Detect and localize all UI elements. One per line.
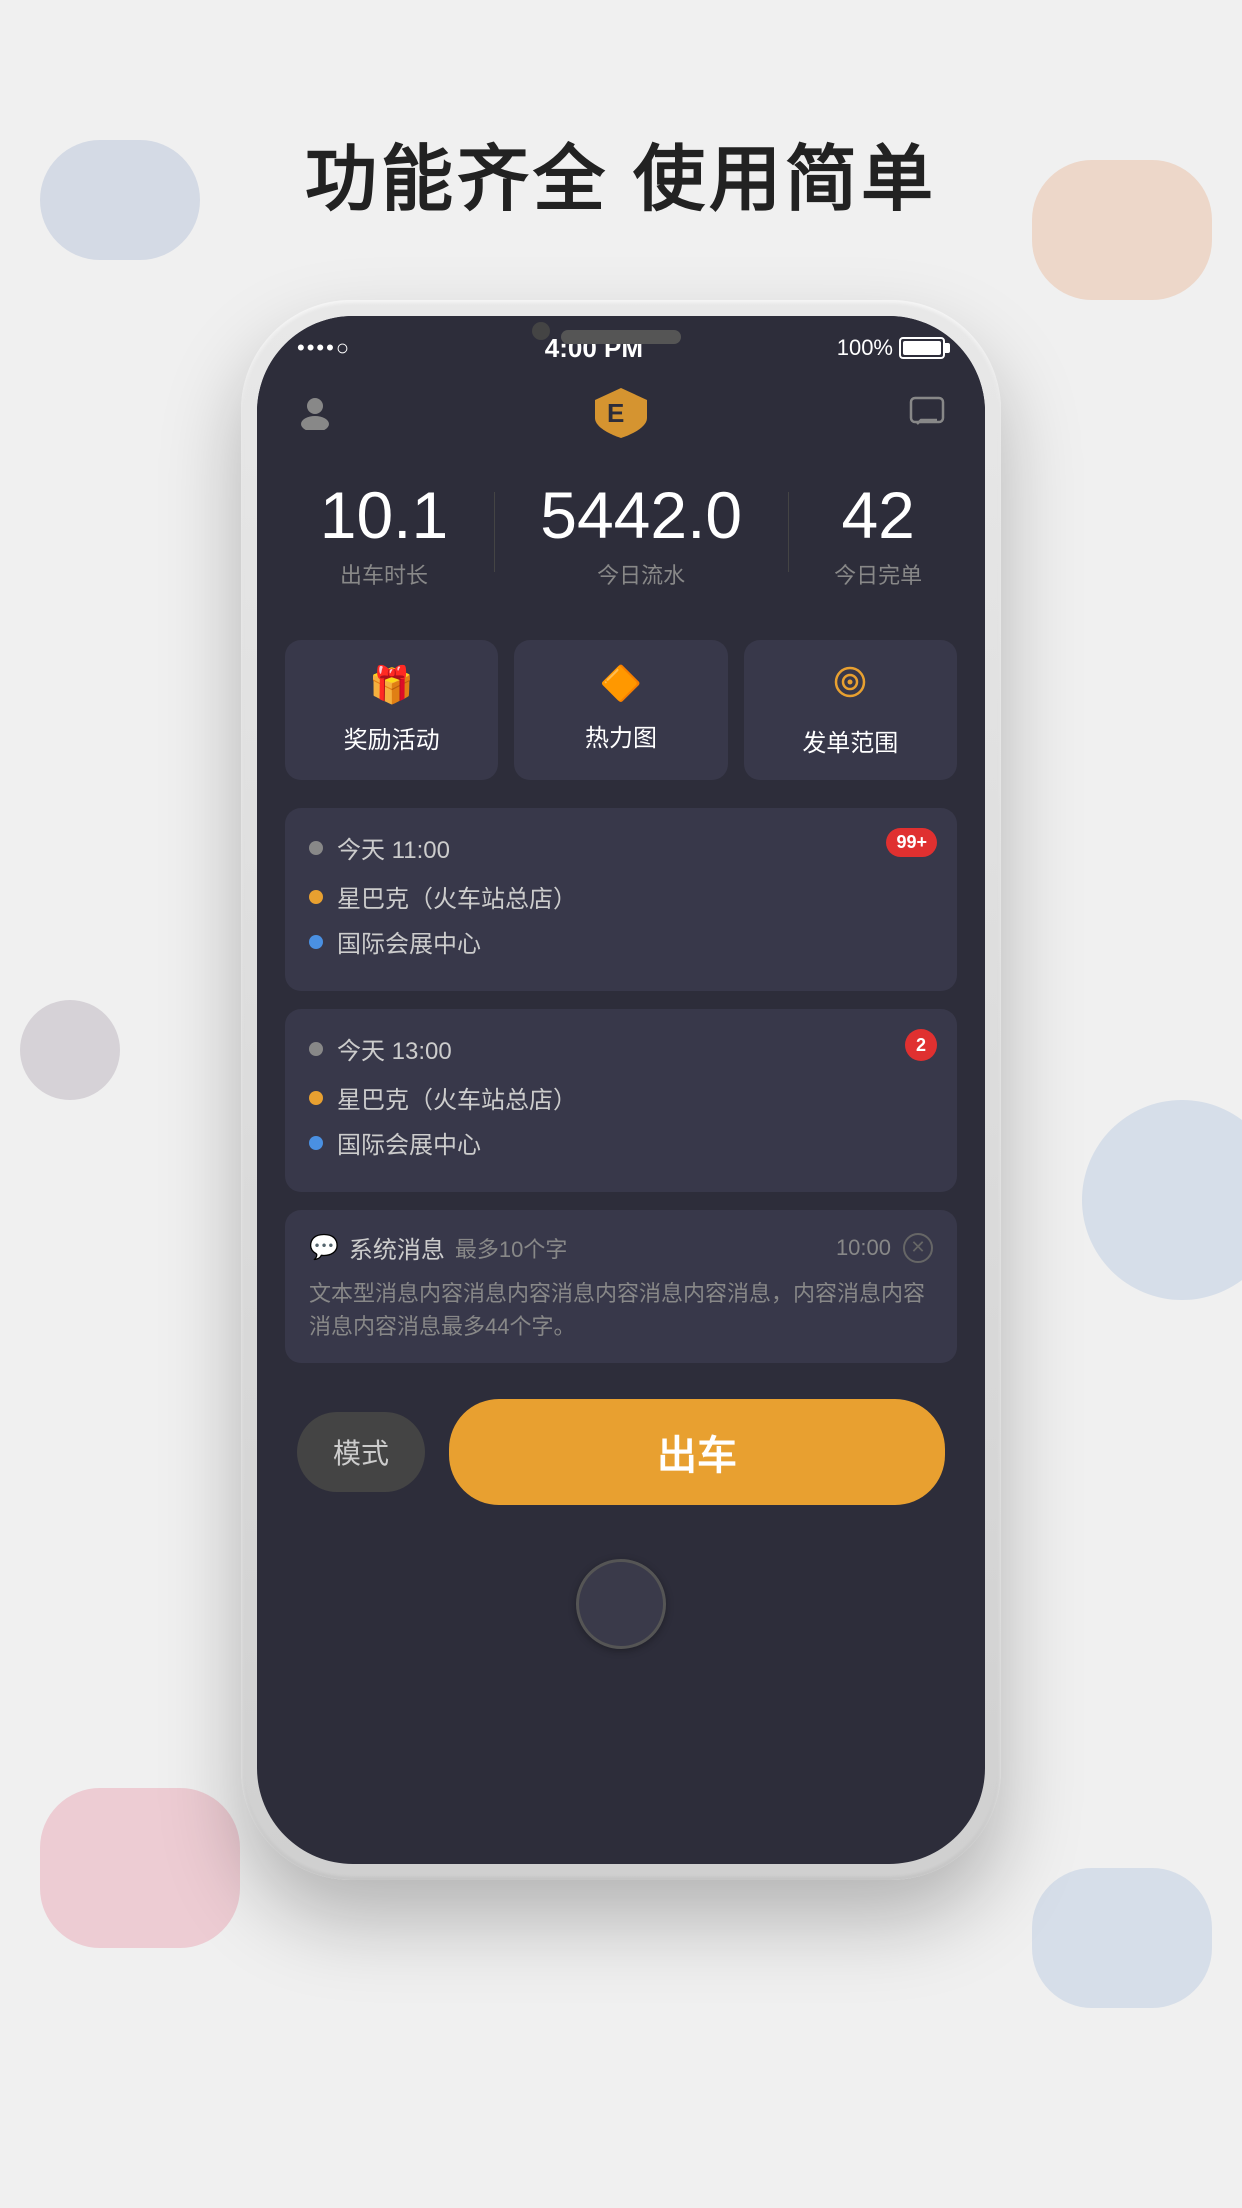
order-2-dropoff-row: 国际会展中心 <box>309 1125 933 1160</box>
phone-outer-frame: ••••○ 4:00 PM 100% <box>241 300 1001 1880</box>
avatar-button[interactable] <box>293 390 337 434</box>
phone-speaker <box>561 330 681 344</box>
sys-msg-time-row: 10:00 ✕ <box>836 1233 933 1263</box>
phone-mockup: ••••○ 4:00 PM 100% <box>241 300 1001 1880</box>
stat-orders-value: 42 <box>834 482 922 548</box>
stat-divider-1 <box>494 492 495 572</box>
order-1-pickup-dot <box>309 890 323 904</box>
phone-screen: ••••○ 4:00 PM 100% <box>257 316 985 1864</box>
system-message-section: 💬 系统消息 最多10个字 10:00 ✕ 文本型消息内容消息内容消息内容消息内… <box>257 1210 985 1363</box>
order-1-time-row: 今天 11:00 <box>309 830 933 865</box>
stat-revenue-label: 今日流水 <box>540 558 742 590</box>
stat-duration: 10.1 出车时长 <box>320 482 448 590</box>
order-2-dropoff: 国际会展中心 <box>337 1125 481 1160</box>
order-2-time-row: 今天 13:00 <box>309 1031 933 1066</box>
action-heatmap[interactable]: 🔶 热力图 <box>514 640 727 780</box>
app-logo: E <box>586 382 656 442</box>
mode-button[interactable]: 模式 <box>297 1412 425 1492</box>
go-button[interactable]: 出车 <box>449 1399 945 1505</box>
order-1-time: 今天 11:00 <box>337 830 450 865</box>
stat-duration-value: 10.1 <box>320 482 448 548</box>
order-1-dropoff: 国际会展中心 <box>337 924 481 959</box>
orders-section: 今天 11:00 99+ 星巴克（火车站总店） 国际会展中心 <box>257 808 985 1210</box>
sys-msg-icon: 💬 <box>309 1233 339 1262</box>
order-1-badge: 99+ <box>886 828 937 857</box>
sys-msg-close-button[interactable]: ✕ <box>903 1233 933 1263</box>
order-1-pickup: 星巴克（火车站总店） <box>337 879 577 914</box>
order-2-time-dot <box>309 1042 323 1056</box>
quick-actions: 🎁 奖励活动 🔶 热力图 <box>257 630 985 808</box>
order-1-dropoff-row: 国际会展中心 <box>309 924 933 959</box>
range-icon <box>832 664 868 709</box>
order-2-pickup-dot <box>309 1091 323 1105</box>
order-2-badge: 2 <box>905 1029 937 1061</box>
stat-revenue: 5442.0 今日流水 <box>540 482 742 590</box>
sys-msg-title-row: 💬 系统消息 最多10个字 <box>309 1230 567 1265</box>
phone-camera <box>532 322 550 340</box>
home-button-area <box>257 1535 985 1685</box>
bg-deco-blue-mid-right <box>1082 1100 1242 1300</box>
order-2-time: 今天 13:00 <box>337 1031 452 1066</box>
sys-msg-body: 文本型消息内容消息内容消息内容消息内容消息，内容消息内容消息内容消息最多44个字… <box>309 1277 933 1343</box>
stat-orders-label: 今日完单 <box>834 558 922 590</box>
order-card-1[interactable]: 今天 11:00 99+ 星巴克（火车站总店） 国际会展中心 <box>285 808 957 991</box>
bottom-bar: 模式 出车 <box>257 1379 985 1535</box>
battery-icon <box>899 337 945 359</box>
order-card-2[interactable]: 今天 13:00 2 星巴克（火车站总店） 国际会展中心 <box>285 1009 957 1192</box>
order-1-time-dot <box>309 841 323 855</box>
action-incentive[interactable]: 🎁 奖励活动 <box>285 640 498 780</box>
sys-msg-header: 💬 系统消息 最多10个字 10:00 ✕ <box>309 1230 933 1265</box>
stat-revenue-value: 5442.0 <box>540 482 742 548</box>
order-1-pickup-row: 星巴克（火车站总店） <box>309 879 933 914</box>
action-range-label: 发单范围 <box>802 723 898 758</box>
stats-section: 10.1 出车时长 5442.0 今日流水 42 今日完单 <box>257 452 985 630</box>
order-2-dropoff-dot <box>309 1136 323 1150</box>
battery-text: 100% <box>837 335 893 361</box>
page-title: 功能齐全 使用简单 <box>0 120 1242 225</box>
action-heatmap-label: 热力图 <box>585 718 657 753</box>
sys-msg-limit: 最多10个字 <box>455 1232 567 1264</box>
bg-deco-blue-bottom-right <box>1032 1868 1212 2008</box>
action-range[interactable]: 发单范围 <box>744 640 957 780</box>
app-header: E <box>257 372 985 452</box>
heatmap-icon: 🔶 <box>600 664 642 704</box>
app-content: 10.1 出车时长 5442.0 今日流水 42 今日完单 <box>257 452 985 1685</box>
system-message-card: 💬 系统消息 最多10个字 10:00 ✕ 文本型消息内容消息内容消息内容消息内… <box>285 1210 957 1363</box>
stat-orders: 42 今日完单 <box>834 482 922 590</box>
sys-msg-title: 系统消息 <box>349 1230 445 1265</box>
battery-indicator: 100% <box>837 335 945 361</box>
home-button[interactable] <box>576 1559 666 1649</box>
stat-divider-2 <box>788 492 789 572</box>
battery-fill <box>903 341 941 355</box>
signal-indicator: ••••○ <box>297 335 351 361</box>
message-button[interactable] <box>905 390 949 434</box>
bg-deco-purple-mid-left <box>20 1000 120 1100</box>
gift-icon: 🎁 <box>369 664 414 706</box>
sys-msg-time: 10:00 <box>836 1235 891 1261</box>
action-incentive-label: 奖励活动 <box>344 720 440 755</box>
stat-duration-label: 出车时长 <box>320 558 448 590</box>
order-2-pickup-row: 星巴克（火车站总店） <box>309 1080 933 1115</box>
svg-text:E: E <box>607 398 624 428</box>
order-2-pickup: 星巴克（火车站总店） <box>337 1080 577 1115</box>
status-bar: ••••○ 4:00 PM 100% <box>257 316 985 372</box>
order-1-dropoff-dot <box>309 935 323 949</box>
bg-deco-pink-bottom-left <box>40 1788 240 1948</box>
